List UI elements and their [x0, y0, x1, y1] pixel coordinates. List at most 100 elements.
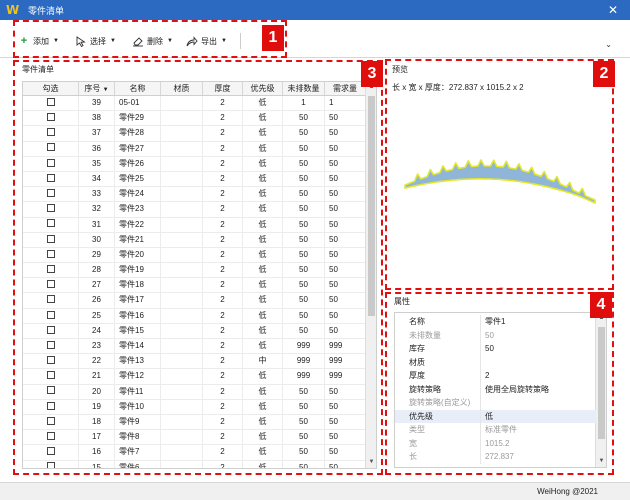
row-checkbox[interactable] [46, 447, 55, 456]
row-checkbox[interactable] [46, 280, 55, 289]
table-row[interactable]: 33 零件24 2 低 50 50 [23, 187, 366, 203]
column-header-thickness[interactable]: 厚度 [203, 82, 243, 95]
row-checkbox[interactable] [46, 356, 55, 365]
column-header-seq[interactable]: 序号 ▼ [79, 82, 115, 95]
column-header-priority[interactable]: 优先级 [243, 82, 283, 95]
row-checkbox[interactable] [46, 462, 55, 468]
row-checkbox[interactable] [46, 371, 55, 380]
property-row[interactable]: 类型 标准零件 [395, 423, 596, 437]
cell-thickness: 2 [203, 202, 243, 217]
row-checkbox[interactable] [46, 310, 55, 319]
row-checkbox[interactable] [46, 234, 55, 243]
cell-name: 零件21 [115, 232, 161, 247]
property-row[interactable]: 名称 零件1 [395, 315, 596, 329]
cell-thickness: 2 [203, 111, 243, 126]
table-row[interactable]: 20 零件11 2 低 50 50 [23, 384, 366, 400]
table-row[interactable]: 23 零件14 2 低 999 999 [23, 339, 366, 355]
row-checkbox[interactable] [46, 249, 55, 258]
property-row[interactable]: 未排数量 50 [395, 328, 596, 342]
row-checkbox[interactable] [46, 219, 55, 228]
property-row[interactable]: 宽 1015.2 [395, 436, 596, 450]
cell-name: 零件25 [115, 171, 161, 187]
property-row[interactable]: 优先级低 [395, 409, 596, 423]
table-row[interactable]: 21 零件12 2 低 999 999 [23, 369, 366, 385]
column-header-check[interactable]: 勾选 [23, 82, 79, 95]
table-row[interactable]: 26 零件17 2 低 50 50 [23, 293, 366, 309]
add-button[interactable]: + 添加 ▼ [18, 34, 59, 48]
row-checkbox[interactable] [46, 173, 55, 182]
close-button[interactable]: ✕ [606, 3, 620, 17]
cell-priority: 低 [243, 414, 283, 430]
property-row[interactable]: 库存 50 [395, 342, 596, 356]
table-row[interactable]: 22 零件13 2 中 999 999 [23, 354, 366, 370]
delete-button[interactable]: 删除 ▼ [132, 34, 173, 48]
toolbar-overflow-icon[interactable]: ⌄ [605, 40, 612, 49]
select-button[interactable]: 选择 ▼ [75, 34, 116, 48]
table-row[interactable]: 16 零件7 2 低 50 50 [23, 445, 366, 461]
table-row[interactable]: 38 零件29 2 低 50 50 [23, 111, 366, 127]
row-checkbox[interactable] [46, 97, 55, 106]
export-button[interactable]: 导出 ▼ [186, 34, 227, 48]
row-checkbox[interactable] [46, 432, 55, 441]
property-key: 长 [395, 450, 481, 464]
column-header-name[interactable]: 名称 [115, 82, 161, 95]
cell-name: 零件12 [115, 369, 161, 384]
table-row[interactable]: 17 零件8 2 低 50 50 [23, 430, 366, 446]
parts-grid-scrollbar[interactable]: ▲ ▼ [365, 82, 376, 468]
table-row[interactable]: 37 零件28 2 低 50 50 [23, 126, 366, 142]
cell-thickness: 2 [203, 156, 243, 171]
cell-material [161, 232, 203, 247]
table-row[interactable]: 19 零件10 2 低 50 50 [23, 399, 366, 415]
scroll-down-icon[interactable]: ▼ [366, 457, 376, 468]
table-row[interactable]: 39 05-01 2 低 1 1 [23, 96, 366, 112]
table-row[interactable]: 30 零件21 2 低 50 50 [23, 232, 366, 248]
property-row[interactable]: 旋转策略 使用全局旋转策略 [395, 382, 596, 396]
table-row[interactable]: 34 零件25 2 低 50 50 [23, 171, 366, 188]
row-checkbox[interactable] [46, 113, 55, 122]
scrollbar-thumb[interactable] [598, 327, 605, 439]
row-checkbox[interactable] [46, 264, 55, 273]
property-row[interactable]: 长 272.837 [395, 450, 596, 464]
property-row[interactable]: 旋转策略(自定义) [395, 396, 596, 410]
property-value: 2 [485, 371, 490, 380]
property-row[interactable]: 材质 [395, 355, 596, 369]
column-header-remaining[interactable]: 未排数量 [283, 82, 325, 95]
cell-name: 零件8 [115, 430, 161, 445]
sort-desc-icon: ▼ [102, 87, 109, 93]
row-checkbox[interactable] [46, 416, 55, 425]
scroll-down-icon[interactable]: ▼ [596, 456, 606, 467]
cell-seq: 24 [79, 323, 115, 338]
table-row[interactable]: 29 零件20 2 低 50 50 [23, 247, 366, 264]
splitter-handle[interactable]: ═ [499, 286, 509, 292]
table-row[interactable]: 15 零件6 2 低 50 50 [23, 460, 366, 468]
callout-4: 4 [590, 292, 612, 318]
cell-thickness: 2 [203, 263, 243, 278]
table-row[interactable]: 36 零件27 2 低 50 50 [23, 141, 366, 157]
row-checkbox[interactable] [46, 401, 55, 410]
property-row[interactable]: 厚度 2 [395, 369, 596, 383]
row-checkbox[interactable] [46, 158, 55, 167]
table-row[interactable]: 32 零件23 2 低 50 50 [23, 202, 366, 218]
row-checkbox[interactable] [46, 386, 55, 395]
scrollbar-thumb[interactable] [368, 96, 375, 316]
column-header-material[interactable]: 材质 [161, 82, 203, 95]
row-checkbox[interactable] [46, 143, 55, 152]
row-checkbox[interactable] [46, 189, 55, 198]
table-row[interactable]: 35 零件26 2 低 50 50 [23, 156, 366, 172]
table-row[interactable]: 18 零件9 2 低 50 50 [23, 414, 366, 431]
row-checkbox[interactable] [46, 295, 55, 304]
row-checkbox[interactable] [46, 128, 55, 137]
table-row[interactable]: 27 零件18 2 低 50 50 [23, 278, 366, 294]
row-checkbox[interactable] [46, 340, 55, 349]
cell-remaining: 50 [283, 217, 325, 232]
table-row[interactable]: 24 零件15 2 低 50 50 [23, 323, 366, 339]
column-header-required[interactable]: 需求量 [325, 82, 366, 95]
properties-scrollbar[interactable]: ▲ ▼ [595, 313, 606, 467]
row-checkbox[interactable] [46, 325, 55, 334]
row-checkbox[interactable] [46, 204, 55, 213]
cell-priority: 低 [243, 308, 283, 323]
table-row[interactable]: 31 零件22 2 低 50 50 [23, 217, 366, 233]
cell-material [161, 414, 203, 430]
table-row[interactable]: 28 零件19 2 低 50 50 [23, 263, 366, 279]
table-row[interactable]: 25 零件16 2 低 50 50 [23, 308, 366, 324]
